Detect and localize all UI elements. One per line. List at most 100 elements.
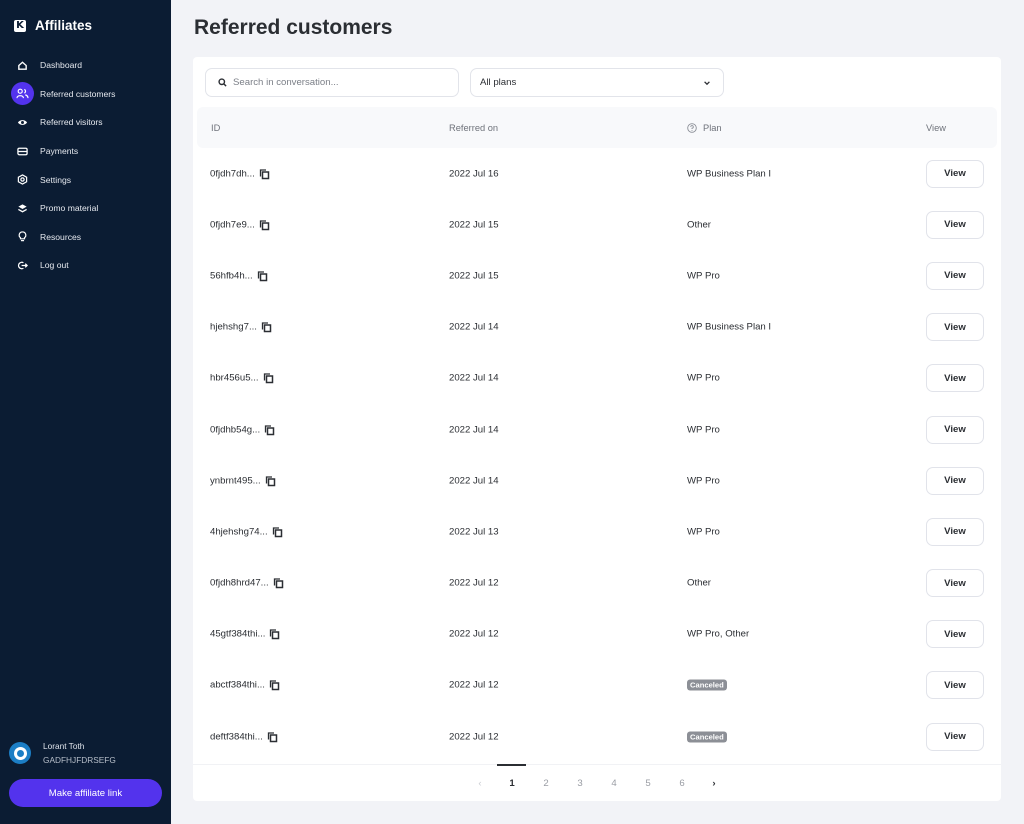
table-row: 4hjehshg74... 2022 Jul 13 WP Pro View [193, 506, 1001, 557]
page-title: Referred customers [194, 16, 393, 39]
sidebar-item-referred-customers[interactable]: Referred customers [0, 80, 171, 109]
sidebar-item-settings[interactable]: Settings [0, 165, 171, 194]
customer-id-cell: 45gtf384thi... [210, 629, 280, 640]
customer-id: 0fjdhb54g... [210, 424, 261, 436]
plan-filter-select[interactable]: All plans [470, 68, 724, 97]
sidebar-item-promo-material[interactable]: Promo material [0, 194, 171, 223]
view-button[interactable]: View [926, 210, 984, 239]
view-button[interactable]: View [926, 671, 984, 700]
copy-icon[interactable] [269, 629, 280, 640]
next-page-button[interactable]: › [707, 778, 721, 789]
view-button[interactable]: View [926, 415, 984, 444]
sidebar-item-label: Referred visitors [40, 117, 103, 128]
page-4-button[interactable]: 4 [607, 778, 621, 789]
view-button[interactable]: View [926, 364, 984, 393]
table-header: ID Referred on Plan View [197, 107, 997, 148]
copy-icon[interactable] [272, 526, 283, 538]
sidebar-item-dashboard[interactable]: Dashboard [0, 51, 171, 80]
page-3-button[interactable]: 3 [573, 778, 587, 789]
canceled-badge: Canceled [687, 679, 727, 691]
copy-icon[interactable] [265, 475, 276, 486]
customers-card: All plans ID Referred on Plan View 0fjdh… [193, 57, 1001, 801]
customer-id: 0fjdh7e9... [210, 219, 255, 231]
view-button[interactable]: View [926, 620, 984, 649]
customer-id-cell: 0fjdhb54g... [210, 424, 275, 435]
sidebar-item-label: Resources [40, 231, 82, 242]
plan-cell: WP Pro [687, 424, 720, 435]
credit-card-icon [11, 140, 34, 163]
users-icon [11, 82, 34, 106]
view-button[interactable]: View [926, 517, 984, 546]
column-header-referred-on: Referred on [449, 123, 499, 133]
sidebar-item-referred-visitors[interactable]: Referred visitors [0, 108, 171, 137]
page-1-button[interactable]: 1 [505, 778, 519, 789]
plan-name: WP Pro, Other [687, 628, 750, 640]
copy-icon[interactable] [261, 322, 272, 333]
table-row: abctf384thi... 2022 Jul 12 Canceled View [193, 660, 1001, 711]
view-button[interactable]: View [926, 313, 984, 342]
brand[interactable]: K Affiliates [14, 18, 92, 33]
customer-id-cell: abctf384thi... [210, 680, 280, 691]
copy-icon[interactable] [259, 219, 270, 231]
plan-cell: Canceled [687, 731, 727, 743]
referred-on-cell: 2022 Jul 12 [449, 679, 499, 691]
column-header-plan-label: Plan [703, 123, 722, 133]
referred-on-cell: 2022 Jul 16 [449, 168, 499, 180]
page-5-button[interactable]: 5 [641, 778, 655, 789]
customer-id: 0fjdh8hrd47... [210, 577, 269, 589]
plan-cell: WP Pro, Other [687, 629, 749, 640]
table-row: 56hfb4h... 2022 Jul 15 WP Pro View [193, 250, 1001, 301]
lightbulb-icon [11, 225, 34, 248]
referred-on-cell: 2022 Jul 14 [449, 372, 499, 384]
plan-name: Other [687, 577, 711, 589]
search-field[interactable] [205, 68, 459, 97]
view-button[interactable]: View [926, 569, 984, 598]
plan-cell: Canceled [687, 679, 727, 691]
table-row: hbr456u5... 2022 Jul 14 WP Pro View [193, 353, 1001, 404]
brand-logo-icon: K [14, 19, 26, 32]
copy-icon[interactable] [257, 270, 268, 282]
search-input[interactable] [233, 77, 443, 88]
plan-cell: WP Pro [687, 270, 720, 281]
sidebar-item-payments[interactable]: Payments [0, 137, 171, 166]
copy-icon[interactable] [273, 578, 284, 589]
sidebar-item-label: Payments [40, 146, 79, 157]
view-button[interactable]: View [926, 261, 984, 290]
brand-name: Affiliates [35, 18, 93, 33]
sidebar-item-label: Dashboard [40, 60, 83, 71]
eye-icon [11, 111, 34, 134]
page-2-button[interactable]: 2 [539, 778, 553, 789]
copy-icon[interactable] [259, 168, 270, 179]
column-header-plan: Plan [687, 123, 722, 133]
sidebar-item-label: Settings [40, 174, 72, 185]
plan-filter-value: All plans [480, 77, 517, 88]
copy-icon[interactable] [269, 680, 280, 691]
user-name: Lorant Toth [43, 741, 85, 751]
user-profile[interactable]: Lorant Toth GADFHJFDRSEFG [9, 741, 116, 765]
referred-on-cell: 2022 Jul 15 [449, 219, 499, 231]
table-row: hjehshg7... 2022 Jul 14 WP Business Plan I… [193, 302, 1001, 353]
copy-icon[interactable] [264, 424, 275, 435]
copy-icon[interactable] [267, 731, 278, 742]
referred-on-cell: 2022 Jul 12 [449, 577, 499, 589]
plan-name: WP Business Plan I [687, 168, 772, 180]
view-button[interactable]: View [926, 466, 984, 495]
help-icon[interactable] [687, 123, 697, 133]
view-button[interactable]: View [926, 159, 984, 188]
prev-page-button[interactable]: ‹ [473, 778, 487, 789]
copy-icon[interactable] [263, 373, 274, 384]
pagination: ‹ 1 2 3 4 5 6 › [193, 764, 1001, 801]
table-row: ynbrnt495... 2022 Jul 14 WP Pro View [193, 455, 1001, 506]
view-button[interactable]: View [926, 722, 984, 751]
customer-id-cell: hjehshg7... [210, 322, 272, 333]
customer-id-cell: 0fjdh8hrd47... [210, 578, 284, 589]
sidebar: K Affiliates Dashboard Referred customer… [0, 0, 171, 824]
page-6-button[interactable]: 6 [675, 778, 689, 789]
logout-icon [11, 254, 34, 277]
sidebar-item-log-out[interactable]: Log out [0, 251, 171, 280]
referred-on-cell: 2022 Jul 12 [449, 731, 499, 743]
sidebar-item-resources[interactable]: Resources [0, 223, 171, 252]
avatar [9, 742, 31, 764]
make-affiliate-link-button[interactable]: Make affiliate link [9, 779, 162, 807]
customer-id: abctf384thi... [210, 679, 265, 691]
